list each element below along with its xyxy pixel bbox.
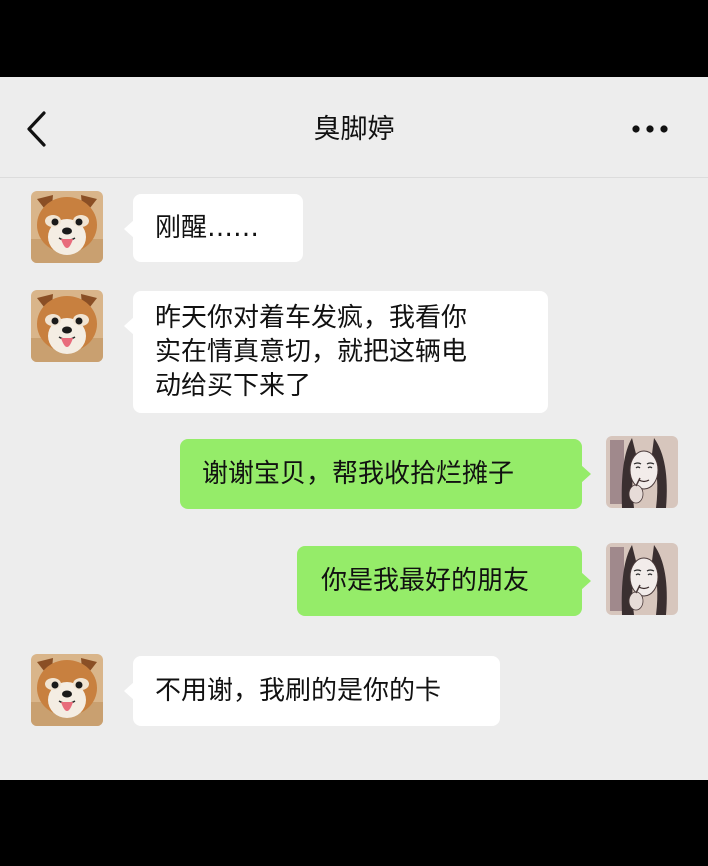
message-text-line: 动给买下来了	[155, 371, 312, 401]
dog-avatar[interactable]	[31, 290, 103, 362]
message-text: 你是我最好的朋友	[321, 566, 530, 596]
message-bubble-sent[interactable]: 你是我最好的朋友	[297, 546, 591, 616]
dog-avatar[interactable]	[31, 191, 103, 263]
more-dots-icon	[632, 125, 668, 133]
message-bubble-received[interactable]: 刚醒……	[124, 194, 303, 262]
message-bubble-received[interactable]: 昨天你对着车发疯，我看你 实在情真意切，就把这辆电 动给买下来了	[124, 291, 548, 413]
message-text: 不用谢，我刷的是你的卡	[155, 676, 442, 706]
chat-title: 臭脚婷	[313, 114, 395, 145]
dog-avatar[interactable]	[31, 654, 103, 726]
woman-sketch-avatar[interactable]	[606, 436, 678, 508]
chat-header: 臭脚婷	[0, 77, 708, 177]
header-divider	[0, 177, 708, 178]
woman-sketch-avatar[interactable]	[606, 543, 678, 615]
back-button[interactable]	[18, 109, 58, 149]
message-text-line: 昨天你对着车发疯，我看你	[155, 303, 468, 333]
message-bubble-received[interactable]: 不用谢，我刷的是你的卡	[124, 656, 500, 726]
message-text: 谢谢宝贝，帮我收拾烂摊子	[202, 459, 515, 489]
more-options-button[interactable]	[626, 115, 674, 143]
message-text-line: 实在情真意切，就把这辆电	[155, 337, 468, 367]
message-text: 刚醒……	[155, 213, 260, 243]
chevron-left-icon	[27, 111, 46, 147]
message-bubble-sent[interactable]: 谢谢宝贝，帮我收拾烂摊子	[180, 439, 591, 509]
chat-screen: 臭脚婷 刚醒…… 昨天你对着车发疯，我看你 实在情真意切，就把这辆电 动给买下来…	[0, 77, 708, 780]
